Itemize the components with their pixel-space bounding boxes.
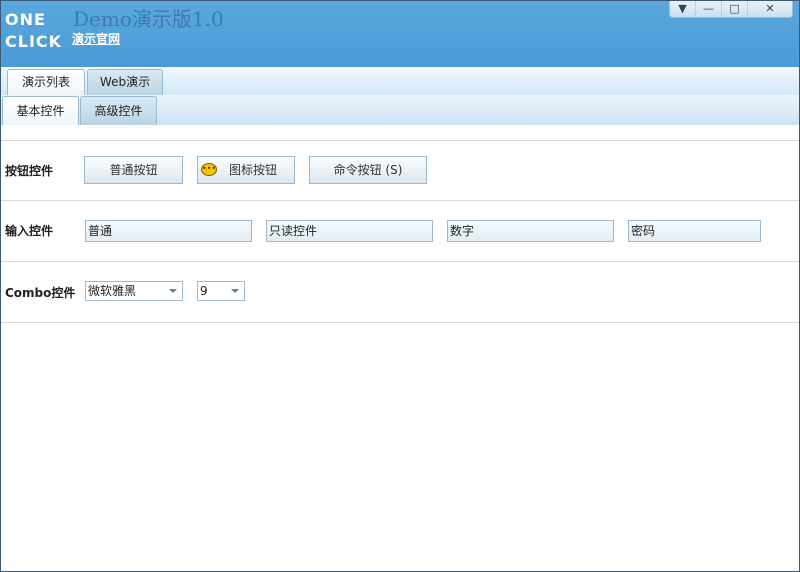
window-controls: ▼ — □ ✕ [669,1,793,18]
chat-bubble-icon: ••• [201,163,217,176]
number-input[interactable]: 数字 [447,220,614,242]
button-row: 按钮控件 普通按钮 ••• 图标按钮 命令按钮 (S) [1,140,799,201]
font-combo[interactable]: 微软雅黑 [85,281,183,301]
tab-basic-controls[interactable]: 基本控件 [2,96,79,125]
icon-button[interactable]: ••• 图标按钮 [197,156,295,184]
app-title: Demo演示版1.0 [73,7,224,31]
menu-dropdown-button[interactable]: ▼ [670,1,696,17]
size-combo[interactable]: 9 [197,281,245,301]
input-row-label: 输入控件 [5,224,54,238]
tab-demo-list[interactable]: 演示列表 [7,69,85,95]
size-combo-value: 9 [200,284,208,298]
button-row-label: 按钮控件 [5,164,54,178]
icon-button-label: 图标按钮 [228,163,277,177]
minimize-button[interactable]: — [696,1,722,17]
sub-tab-bar: 基本控件 高级控件 [1,95,799,125]
password-input[interactable]: 密码 [628,220,761,242]
command-button[interactable]: 命令按钮 (S) [309,156,427,184]
font-combo-value: 微软雅黑 [88,284,137,298]
close-button[interactable]: ✕ [748,1,792,17]
official-site-link[interactable]: 演示官网 [72,30,120,47]
maximize-button[interactable]: □ [722,1,748,17]
input-row: 输入控件 普通 只读控件 数字 密码 [1,201,799,262]
tab-advanced-controls[interactable]: 高级控件 [80,96,157,125]
chevron-down-icon [231,289,239,293]
combo-row-label: Combo控件 [5,286,76,300]
tab-web-demo[interactable]: Web演示 [87,69,163,95]
normal-input[interactable]: 普通 [85,220,252,242]
logo-line-1: ONE [5,10,46,29]
combo-row: Combo控件 微软雅黑 9 [1,262,799,323]
top-tab-bar: 演示列表 Web演示 [1,67,799,95]
logo: ONE CLICK [5,9,62,53]
logo-line-2: CLICK [5,32,63,51]
chevron-down-icon [169,289,177,293]
title-bar: ONE CLICK Demo演示版1.0 演示官网 ▼ — □ ✕ [1,1,799,67]
normal-button[interactable]: 普通按钮 [84,156,183,184]
readonly-input[interactable]: 只读控件 [266,220,433,242]
